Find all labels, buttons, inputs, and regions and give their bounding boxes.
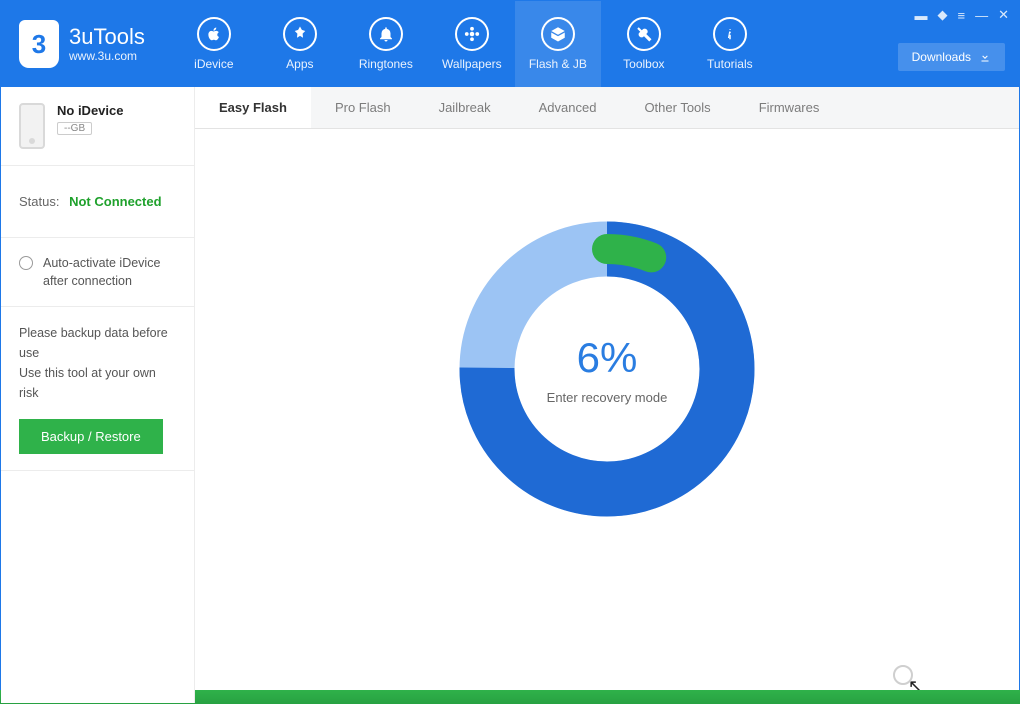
tab-jailbreak[interactable]: Jailbreak bbox=[415, 87, 515, 128]
auto-activate-label: Auto-activate iDevice after connection bbox=[43, 254, 176, 290]
auto-activate-block: Auto-activate iDevice after connection bbox=[1, 238, 194, 307]
nav-label: Apps bbox=[286, 57, 313, 71]
sidebar: No iDevice --GB Status: Not Connected Au… bbox=[1, 87, 195, 703]
progress-ring: 6% Enter recovery mode bbox=[457, 219, 757, 519]
tab-advanced[interactable]: Advanced bbox=[515, 87, 621, 128]
download-icon bbox=[979, 51, 991, 63]
downloads-label: Downloads bbox=[912, 50, 971, 64]
nav-label: Wallpapers bbox=[442, 57, 502, 71]
backup-block: Please backup data before use Use this t… bbox=[1, 307, 194, 471]
nav-ringtones[interactable]: Ringtones bbox=[343, 1, 429, 87]
box-open-icon bbox=[541, 17, 575, 51]
tools-icon bbox=[627, 17, 661, 51]
status-line: Status: Not Connected bbox=[1, 166, 194, 238]
settings-icon[interactable]: ≡ bbox=[958, 8, 966, 23]
skin-icon[interactable]: ◆ bbox=[938, 7, 948, 23]
device-block: No iDevice --GB bbox=[1, 87, 194, 166]
bell-icon bbox=[369, 17, 403, 51]
device-title: No iDevice bbox=[57, 103, 123, 118]
nav-label: Flash & JB bbox=[529, 57, 587, 71]
nav-toolbox[interactable]: Toolbox bbox=[601, 1, 687, 87]
appstore-icon bbox=[283, 17, 317, 51]
nav-label: Ringtones bbox=[359, 57, 413, 71]
auto-activate-option[interactable]: Auto-activate iDevice after connection bbox=[19, 254, 176, 290]
app-window: 3 3uTools www.3u.com iDevice Apps Ringto… bbox=[0, 0, 1020, 704]
nav-label: Tutorials bbox=[707, 57, 753, 71]
flower-icon bbox=[455, 17, 489, 51]
status-label: Status: bbox=[19, 194, 59, 209]
window-controls: ▬ ◆ ≡ — ✕ bbox=[915, 7, 1010, 23]
nav-label: Toolbox bbox=[623, 57, 664, 71]
warn-line-1: Please backup data before use bbox=[19, 323, 176, 363]
nav-flash-jb[interactable]: Flash & JB bbox=[515, 1, 601, 87]
apple-icon bbox=[197, 17, 231, 51]
backup-restore-button[interactable]: Backup / Restore bbox=[19, 419, 163, 454]
tab-easy-flash[interactable]: Easy Flash bbox=[195, 87, 311, 128]
radio-icon bbox=[19, 256, 33, 270]
warn-line-2: Use this tool at your own risk bbox=[19, 363, 176, 403]
logo-badge-icon: 3 bbox=[19, 20, 59, 68]
nav-wallpapers[interactable]: Wallpapers bbox=[429, 1, 515, 87]
body: No iDevice --GB Status: Not Connected Au… bbox=[1, 129, 1019, 703]
tab-firmwares[interactable]: Firmwares bbox=[735, 87, 844, 128]
nav-tutorials[interactable]: i Tutorials bbox=[687, 1, 773, 87]
app-title: 3uTools bbox=[69, 24, 145, 49]
nav-idevice[interactable]: iDevice bbox=[171, 1, 257, 87]
nav-apps[interactable]: Apps bbox=[257, 1, 343, 87]
main-pane: 6% Enter recovery mode ↖ bbox=[195, 129, 1019, 703]
downloads-button[interactable]: Downloads bbox=[898, 43, 1005, 71]
tab-pro-flash[interactable]: Pro Flash bbox=[311, 87, 415, 128]
device-capacity: --GB bbox=[57, 122, 92, 135]
progress-percent: 6% bbox=[577, 334, 638, 382]
status-value: Not Connected bbox=[69, 194, 161, 209]
tab-other-tools[interactable]: Other Tools bbox=[620, 87, 734, 128]
progress-caption: Enter recovery mode bbox=[547, 390, 668, 405]
logo-area: 3 3uTools www.3u.com bbox=[1, 1, 171, 87]
svg-text:i: i bbox=[728, 27, 731, 41]
app-site: www.3u.com bbox=[69, 50, 145, 64]
device-thumb-icon bbox=[19, 103, 45, 149]
top-nav: iDevice Apps Ringtones Wallpapers Flash … bbox=[171, 1, 1019, 87]
logo-texts: 3uTools www.3u.com bbox=[69, 24, 145, 63]
nav-label: iDevice bbox=[194, 57, 233, 71]
minimize-icon[interactable]: — bbox=[975, 8, 988, 23]
info-icon: i bbox=[713, 17, 747, 51]
feedback-icon[interactable]: ▬ bbox=[915, 8, 928, 23]
topbar: 3 3uTools www.3u.com iDevice Apps Ringto… bbox=[1, 1, 1019, 87]
close-icon[interactable]: ✕ bbox=[998, 7, 1009, 23]
